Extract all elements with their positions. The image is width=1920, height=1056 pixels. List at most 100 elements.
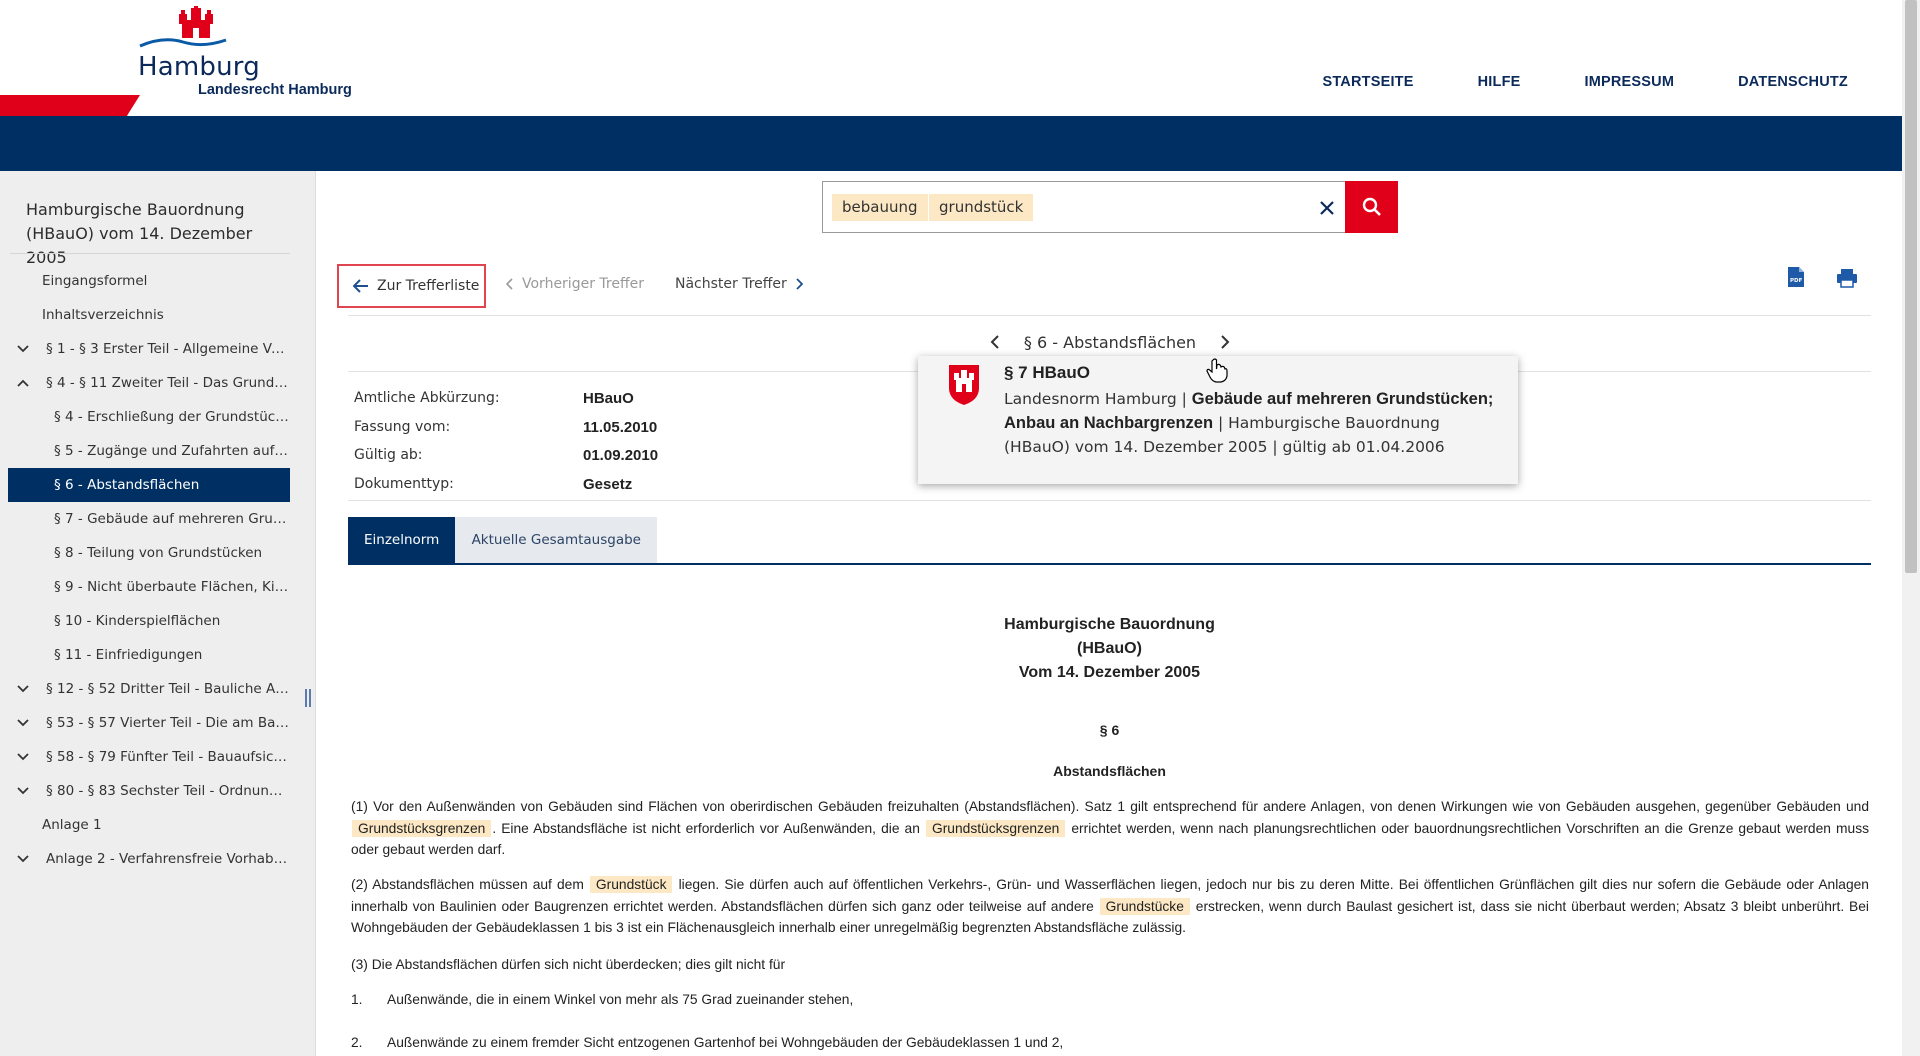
expand-toggle[interactable] <box>16 706 30 740</box>
sidebar-item-label: § 11 - Einfriedigungen <box>54 647 203 663</box>
hamburg-crest-icon <box>949 365 979 405</box>
sidebar-item[interactable]: § 4 - § 11 Zweiter Teil - Das Grundstück… <box>8 366 290 400</box>
document-abbreviation: (HBauO) <box>1077 640 1142 657</box>
meta-key: Dokumenttyp: <box>354 475 454 492</box>
search-input[interactable]: bebauung grundstück <box>822 181 1398 233</box>
sidebar-item[interactable]: Anlage 1 <box>8 808 290 842</box>
nav-startseite[interactable]: STARTSEITE <box>1322 74 1413 90</box>
meta-key: Gültig ab: <box>354 447 423 463</box>
divider <box>348 315 1871 316</box>
tab-gesamtausgabe[interactable]: Aktuelle Gesamtausgabe <box>455 517 658 564</box>
sidebar-item[interactable]: § 6 - Abstandsflächen <box>8 468 290 502</box>
list-text: Außenwände, die in einem Winkel von mehr… <box>387 992 854 1007</box>
page-scrollbar[interactable] <box>1902 0 1920 1056</box>
sidebar-item[interactable]: § 4 - Erschließung der Grundstücke <box>8 400 290 434</box>
search-highlight: Grundstücksgrenzen <box>352 819 492 837</box>
pdf-icon[interactable]: PDF <box>1787 266 1805 288</box>
search-term-chip[interactable]: grundstück <box>929 194 1034 221</box>
paragraph-name: Abstandsflächen <box>1053 763 1166 779</box>
meta-row: Gültig ab: 01.09.2010 <box>354 443 804 472</box>
chevron-down-icon <box>17 685 29 693</box>
sidebar-item-label: § 12 - § 52 Dritter Teil - Bauliche Anla… <box>46 681 290 697</box>
tooltip-title: § 7 HBauO <box>1004 363 1090 382</box>
sidebar-item[interactable]: § 58 - § 79 Fünfter Teil - Bauaufsichtsb… <box>8 740 290 774</box>
sidebar-item[interactable]: § 80 - § 83 Sechster Teil - Ordnungswidr… <box>8 774 290 808</box>
expand-toggle[interactable] <box>16 332 30 366</box>
meta-key: Fassung vom: <box>354 418 451 435</box>
sidebar-item[interactable]: § 9 - Nicht überbaute Flächen, Kinderspi… <box>8 570 290 604</box>
sidebar-item-label: § 6 - Abstandsflächen <box>54 477 200 493</box>
sidebar-item[interactable]: § 53 - § 57 Vierter Teil - Die am Bau Be… <box>8 706 290 740</box>
tooltip-prefix: Landesnorm Hamburg | <box>1004 390 1192 408</box>
text-segment: . Eine Abstandsfläche ist nicht erforder… <box>492 820 925 836</box>
table-of-contents: Eingangsformel Inhaltsverzeichnis § 1 - § … <box>8 264 290 876</box>
sidebar-item-label: Inhaltsverzeichnis <box>42 307 164 323</box>
paragraph-3: (3) Die Abstandsflächen dürfen sich nich… <box>351 957 786 972</box>
sidebar-item[interactable]: § 12 - § 52 Dritter Teil - Bauliche Anla… <box>8 672 290 706</box>
svg-text:PDF: PDF <box>1790 278 1803 284</box>
list-number: 1. <box>351 992 363 1007</box>
sidebar-item-label: § 4 - § 11 Zweiter Teil - Das Grundstück… <box>46 375 290 391</box>
nav-hilfe[interactable]: HILFE <box>1478 74 1521 90</box>
meta-value: 11.05.2010 <box>583 418 658 436</box>
clear-search-button[interactable] <box>1313 194 1341 222</box>
sidebar-item-label: § 10 - Kinderspielflächen <box>54 613 221 629</box>
sidebar-item[interactable]: § 10 - Kinderspielflächen <box>8 604 290 638</box>
next-hit-link[interactable]: Nächster Treffer <box>675 276 803 292</box>
expand-toggle[interactable] <box>16 366 30 400</box>
chevron-down-icon <box>17 719 29 727</box>
sidebar-item[interactable]: § 8 - Teilung von Grundstücken <box>8 536 290 570</box>
sidebar-item-label: § 1 - § 3 Erster Teil - Allgemeine Vorsc… <box>46 341 290 357</box>
sidebar-item-label: § 58 - § 79 Fünfter Teil - Bauaufsichtsb… <box>46 749 290 765</box>
search-highlight: Grundstücke <box>1099 897 1190 915</box>
search-term-chip[interactable]: bebauung <box>832 194 928 221</box>
expand-toggle[interactable] <box>16 740 30 774</box>
sidebar-item[interactable]: § 1 - § 3 Erster Teil - Allgemeine Vorsc… <box>8 332 290 366</box>
meta-row: Amtliche Abkürzung: HBauO <box>354 386 804 415</box>
paragraph-2: (2) Abstandsflächen müssen auf dem Grund… <box>351 874 1869 939</box>
expand-toggle[interactable] <box>16 672 30 706</box>
tab-underline <box>348 563 1871 565</box>
document-heading: Hamburgische Bauordnung (HBauO) Vom 14. … <box>348 613 1871 685</box>
scrollbar-thumb[interactable] <box>1905 0 1917 573</box>
sidebar-item-label: Anlage 1 <box>42 817 102 833</box>
sidebar-item[interactable]: § 11 - Einfriedigungen <box>8 638 290 672</box>
logo-subtitle: Landesrecht Hamburg <box>198 82 352 98</box>
sidebar-resize-handle[interactable] <box>305 689 311 707</box>
sidebar-item[interactable]: § 5 - Zugänge und Zufahrten auf den Grun… <box>8 434 290 468</box>
list-text: Außenwände zu einem fremder Sicht entzog… <box>387 1035 1064 1050</box>
sidebar-item-label: § 7 - Gebäude auf mehreren Grundstücken;… <box>54 511 290 527</box>
sidebar-item[interactable]: Anlage 2 - Verfahrensfreie Vorhaben <box>8 842 290 876</box>
sidebar-item-label: Anlage 2 - Verfahrensfreie Vorhaben <box>46 851 290 867</box>
meta-key: Amtliche Abkürzung: <box>354 390 500 406</box>
nav-datenschutz[interactable]: DATENSCHUTZ <box>1738 74 1848 90</box>
search-highlight: Grundstück <box>589 876 673 893</box>
chevron-down-icon <box>17 753 29 761</box>
chevron-right-icon[interactable] <box>1220 334 1230 350</box>
document-tabs: Einzelnorm Aktuelle Gesamtausgabe <box>348 517 658 564</box>
paragraph-number: § 6 <box>1099 722 1120 738</box>
back-to-results-button[interactable]: Zur Trefferliste <box>337 264 486 308</box>
chevron-left-icon[interactable] <box>990 334 1000 350</box>
paragraph-title: § 6 - Abstandsflächen <box>1023 332 1197 352</box>
expand-toggle[interactable] <box>16 842 30 876</box>
sidebar-item[interactable]: Eingangsformel <box>8 264 290 298</box>
nav-impressum[interactable]: IMPRESSUM <box>1585 74 1675 90</box>
next-hit-label: Nächster Treffer <box>675 276 787 292</box>
search-highlight: Grundstücksgrenzen <box>925 819 1066 837</box>
paragraph-1: (1) Vor den Außenwänden von Gebäuden sin… <box>351 796 1869 861</box>
sidebar-item[interactable]: Inhaltsverzeichnis <box>8 298 290 332</box>
print-icon[interactable] <box>1836 268 1858 288</box>
previous-hit-label: Vorheriger Treffer <box>522 276 644 292</box>
document-date: Vom 14. Dezember 2005 <box>1018 664 1201 681</box>
expand-toggle[interactable] <box>16 774 30 808</box>
sidebar-item[interactable]: § 7 - Gebäude auf mehreren Grundstücken;… <box>8 502 290 536</box>
meta-value: HBauO <box>583 390 634 407</box>
tab-einzelnorm[interactable]: Einzelnorm <box>348 517 456 564</box>
sidebar-item-label: § 8 - Teilung von Grundstücken <box>54 545 263 561</box>
hamburg-logo[interactable]: Hamburg Landesrecht Hamburg <box>134 6 374 98</box>
text-segment: (1) Vor den Außenwänden von Gebäuden sin… <box>351 799 1869 814</box>
previous-hit-link[interactable]: Vorheriger Treffer <box>506 276 644 292</box>
search-button[interactable] <box>1345 181 1398 233</box>
logo-wave-icon <box>139 38 227 48</box>
